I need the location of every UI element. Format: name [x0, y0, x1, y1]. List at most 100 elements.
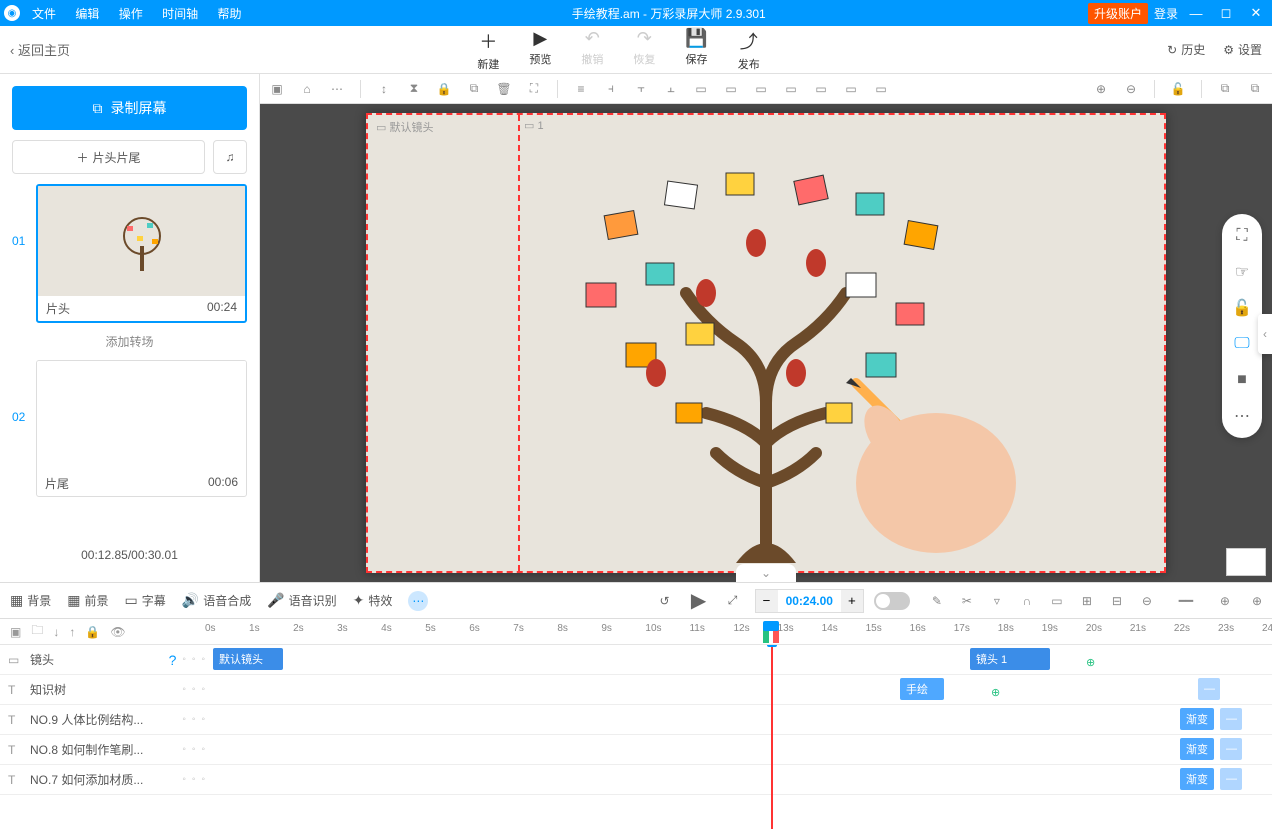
timeline-block[interactable]: — [1220, 708, 1242, 730]
tab-语音合成[interactable]: 🔊语音合成 [182, 592, 251, 609]
add-transition-button[interactable]: 添加转场 [12, 333, 247, 350]
tab-语音识别[interactable]: 🎤语音识别 [267, 592, 336, 609]
scissors-icon[interactable]: ✂ [956, 594, 978, 608]
rewind-button[interactable]: ↺ [653, 589, 677, 613]
filter-icon[interactable]: ▿ [986, 594, 1008, 608]
trash-icon[interactable]: 🗑 [493, 82, 515, 96]
timeline-ruler[interactable]: 0s1s2s3s4s5s6s7s8s9s10s11s12s13s14s15s16… [205, 619, 1272, 644]
eye-icon[interactable]: 👁 [110, 625, 125, 639]
toolbar-发布[interactable]: ⤴发布 [738, 28, 760, 72]
track-ctl2[interactable]: ◦ [192, 714, 196, 725]
monitor-icon[interactable]: 🖵 [1230, 332, 1254, 356]
timeline-block[interactable]: 渐变 [1180, 708, 1214, 730]
timeline-block[interactable]: — [1220, 768, 1242, 790]
toggle-switch[interactable] [874, 592, 910, 610]
align-5-icon[interactable]: ▭ [720, 82, 742, 96]
up-icon[interactable]: ↑ [69, 625, 75, 639]
toolbar-历史[interactable]: ↻历史 [1167, 41, 1205, 58]
align-2-icon[interactable]: ⫟ [630, 81, 652, 96]
align-left-icon[interactable]: ≡ [570, 82, 592, 96]
fullscreen-icon[interactable]: ⛶ [1230, 224, 1254, 248]
zoom-slider[interactable]: ━━ [1166, 594, 1206, 608]
timeline-block[interactable]: 镜头 1 [970, 648, 1050, 670]
lock2-icon[interactable]: 🔓 [1167, 82, 1189, 96]
expand-right-panel[interactable]: ‹ [1258, 314, 1272, 354]
align-6-icon[interactable]: ▭ [750, 82, 772, 96]
tab-特效[interactable]: ✦特效 [353, 592, 393, 609]
track-lane[interactable]: 默认镜头 镜头 1 ⊕ [205, 645, 1272, 674]
close-button[interactable]: ✕ [1244, 5, 1268, 21]
lock3-icon[interactable]: 🔒 [85, 625, 100, 639]
arrow-icon[interactable]: ↕ [373, 82, 395, 96]
align-4-icon[interactable]: ▭ [690, 82, 712, 96]
track-ctl1[interactable]: ◦ [182, 654, 186, 665]
toolbar-保存[interactable]: 💾保存 [685, 28, 707, 72]
copy-icon[interactable]: ⧉ [463, 81, 485, 96]
track-lane[interactable]: 渐变 — [205, 765, 1272, 794]
align-3-icon[interactable]: ⫠ [660, 81, 682, 96]
track-ctl2[interactable]: ◦ [192, 654, 196, 665]
home-icon[interactable]: ⌂ [296, 82, 318, 96]
time-minus-button[interactable]: − [756, 590, 778, 612]
head-tail-button[interactable]: ＋ 片头片尾 [12, 140, 205, 174]
toolbar-设置[interactable]: ⚙设置 [1223, 41, 1262, 58]
toolbar-预览[interactable]: ▶预览 [529, 28, 551, 72]
box3-icon[interactable]: ⊟ [1106, 594, 1128, 608]
minimize-button[interactable]: — [1184, 6, 1208, 21]
more2-icon[interactable]: ⋯ [1230, 404, 1254, 428]
track-ctl2[interactable]: ◦ [192, 774, 196, 785]
track-ctl1[interactable]: ◦ [182, 774, 186, 785]
dup-icon[interactable]: ⧉ [1244, 81, 1266, 96]
box2-icon[interactable]: ⊞ [1076, 594, 1098, 608]
align-10-icon[interactable]: ▭ [870, 82, 892, 96]
down-icon[interactable]: ↓ [53, 625, 59, 639]
timeline-block[interactable]: 默认镜头 [213, 648, 283, 670]
copy2-icon[interactable]: ⧉ [1214, 81, 1236, 96]
scene-card[interactable]: 片尾00:06 [36, 360, 247, 497]
hourglass-icon[interactable]: ⧗ [403, 81, 425, 96]
align-9-icon[interactable]: ▭ [840, 82, 862, 96]
add-track-button[interactable]: ⊕ [1252, 594, 1262, 608]
unlock-icon[interactable]: 🔓 [1230, 296, 1254, 320]
square-icon[interactable]: ■ [1230, 368, 1254, 392]
magnet-icon[interactable]: ∩ [1016, 594, 1038, 608]
box1-icon[interactable]: ▭ [1046, 594, 1068, 608]
minimap[interactable] [1226, 548, 1266, 576]
toolbar-新建[interactable]: ＋新建 [477, 28, 499, 72]
zoomin-icon[interactable]: ⊕ [1214, 594, 1236, 608]
folder-icon[interactable]: 🗀 [31, 621, 43, 642]
track-lane[interactable]: 渐变 — [205, 705, 1272, 734]
align-8-icon[interactable]: ▭ [810, 82, 832, 96]
timeline-block[interactable]: — [1198, 678, 1220, 700]
music-button[interactable]: ♫ [213, 140, 247, 174]
edit-icon[interactable]: ✎ [926, 594, 948, 608]
upgrade-button[interactable]: 升级账户 [1088, 3, 1148, 24]
track-ctl1[interactable]: ◦ [182, 744, 186, 755]
expand-button[interactable]: ⤢ [721, 589, 745, 613]
maximize-button[interactable]: ◻ [1214, 5, 1238, 21]
track-ctl1[interactable]: ◦ [182, 714, 186, 725]
timeline-block[interactable]: ⊕ [1080, 651, 1098, 673]
scene-card[interactable]: 片头00:24 [36, 184, 247, 323]
more-icon[interactable]: ⋯ [326, 82, 348, 96]
menu-edit[interactable]: 编辑 [75, 7, 99, 21]
track-ctl1[interactable]: ◦ [182, 684, 186, 695]
pointer-icon[interactable]: ▣ [266, 82, 288, 96]
tab-背景[interactable]: ▦背景 [10, 592, 51, 609]
layers-icon[interactable]: ▣ [10, 625, 21, 639]
track-lane[interactable]: 渐变— [205, 735, 1272, 764]
lock-icon[interactable]: 🔒 [433, 82, 455, 96]
play-button[interactable]: ▶ [687, 589, 711, 613]
timeline-block[interactable]: 渐变 [1180, 768, 1214, 790]
tab-前景[interactable]: ▦前景 [67, 592, 108, 609]
timeline-block[interactable]: 渐变 [1180, 738, 1214, 760]
edit-more-icon[interactable]: ⋯ [408, 591, 428, 611]
track-lane[interactable]: 手绘⊕— [205, 675, 1272, 704]
help-icon[interactable]: ? [169, 652, 177, 668]
canvas[interactable]: ▭ 默认镜头 ▭ 1 [260, 104, 1272, 582]
menu-file[interactable]: 文件 [32, 7, 56, 21]
time-plus-button[interactable]: + [841, 590, 863, 612]
canvas-paper[interactable]: ▭ 默认镜头 ▭ 1 [366, 113, 1166, 573]
tab-字幕[interactable]: ▭字幕 [125, 592, 166, 609]
login-button[interactable]: 登录 [1154, 5, 1178, 22]
